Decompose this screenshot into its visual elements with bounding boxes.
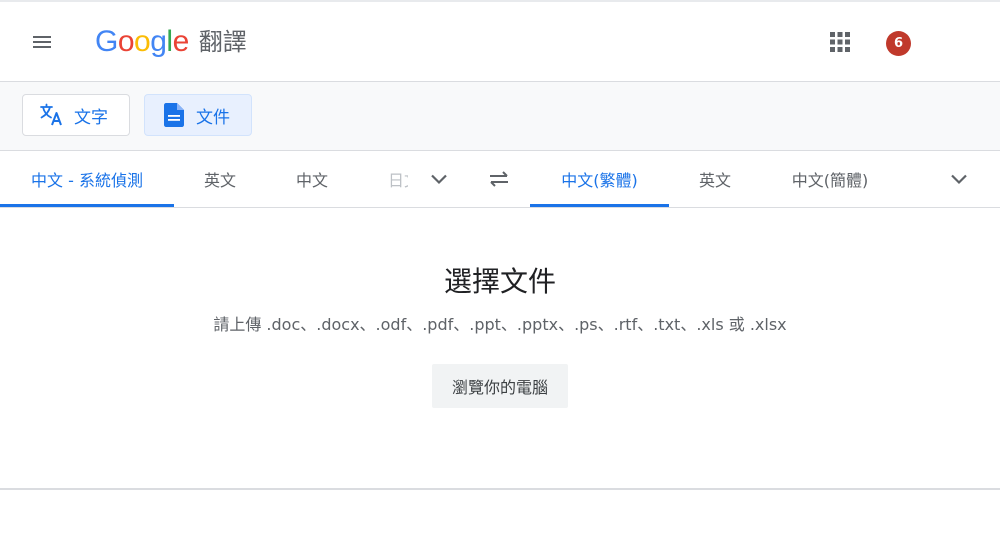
source-lang-english-tab[interactable]: 英文 — [174, 151, 266, 207]
source-lang-japanese-tab[interactable]: 日文 — [388, 151, 408, 207]
supported-formats-text: 請上傳 .doc、.docx、.odf、.pdf、.ppt、.pptx、.ps、… — [213, 315, 787, 334]
chevron-down-icon — [431, 174, 447, 185]
swap-languages-button[interactable] — [479, 159, 519, 199]
lang-tab-label: 中文(繁體) — [561, 171, 638, 190]
hamburger-icon — [33, 36, 51, 48]
language-bar: 中文 - 系統偵測 英文 中文 日文 中文(繁體) 英文 中文(簡體) — [0, 151, 1000, 208]
logo-letter: G — [95, 25, 118, 58]
mode-text-label: 文字 — [74, 107, 108, 128]
product-name: 翻譯 — [198, 28, 247, 56]
lang-tab-label: 中文 — [295, 171, 328, 190]
mode-document-label: 文件 — [196, 107, 230, 128]
mode-selector-bar: 文字 文件 — [0, 82, 1000, 151]
source-lang-chinese-tab[interactable]: 中文 — [266, 151, 358, 207]
logo-letter: g — [150, 25, 167, 58]
document-icon — [161, 102, 187, 128]
google-wordmark: Google — [95, 22, 189, 62]
mode-text-button[interactable]: 文字 — [22, 94, 130, 136]
document-upload-panel: 選擇文件 請上傳 .doc、.docx、.odf、.pdf、.ppt、.pptx… — [0, 208, 1000, 490]
mode-document-button[interactable]: 文件 — [144, 94, 252, 136]
browse-computer-button[interactable]: 瀏覽你的電腦 — [432, 364, 568, 408]
translate-icon — [39, 102, 65, 128]
lang-tab-label: 日文 — [388, 171, 408, 190]
target-lang-traditional-tab[interactable]: 中文(繁體) — [530, 151, 669, 207]
app-header: Google 翻譯 6 — [0, 2, 1000, 82]
chevron-down-icon — [951, 174, 967, 185]
apps-grid-icon — [830, 32, 850, 52]
logo-letter: o — [134, 25, 151, 58]
target-lang-simplified-tab[interactable]: 中文(簡體) — [770, 151, 890, 207]
main-menu-button[interactable] — [22, 22, 62, 62]
lang-tab-label: 英文 — [698, 171, 731, 190]
logo-letter: o — [117, 25, 135, 58]
target-lang-more-button[interactable] — [939, 159, 979, 199]
lang-tab-label: 英文 — [203, 171, 236, 190]
source-lang-more-button[interactable] — [419, 159, 459, 199]
swap-icon — [490, 171, 508, 187]
notification-count: 6 — [893, 36, 904, 51]
lang-tab-label: 中文 - 系統偵測 — [31, 171, 143, 190]
google-apps-button[interactable] — [822, 24, 858, 60]
logo-letter: e — [172, 25, 190, 58]
browse-button-label: 瀏覽你的電腦 — [451, 378, 548, 397]
target-lang-english-tab[interactable]: 英文 — [669, 151, 761, 207]
lang-tab-label: 中文(簡體) — [791, 171, 869, 190]
google-translate-logo[interactable]: Google 翻譯 — [95, 22, 247, 62]
account-avatar[interactable]: 6 — [886, 31, 911, 56]
panel-title: 選擇文件 — [443, 265, 556, 298]
source-lang-detect-tab[interactable]: 中文 - 系統偵測 — [0, 151, 174, 207]
